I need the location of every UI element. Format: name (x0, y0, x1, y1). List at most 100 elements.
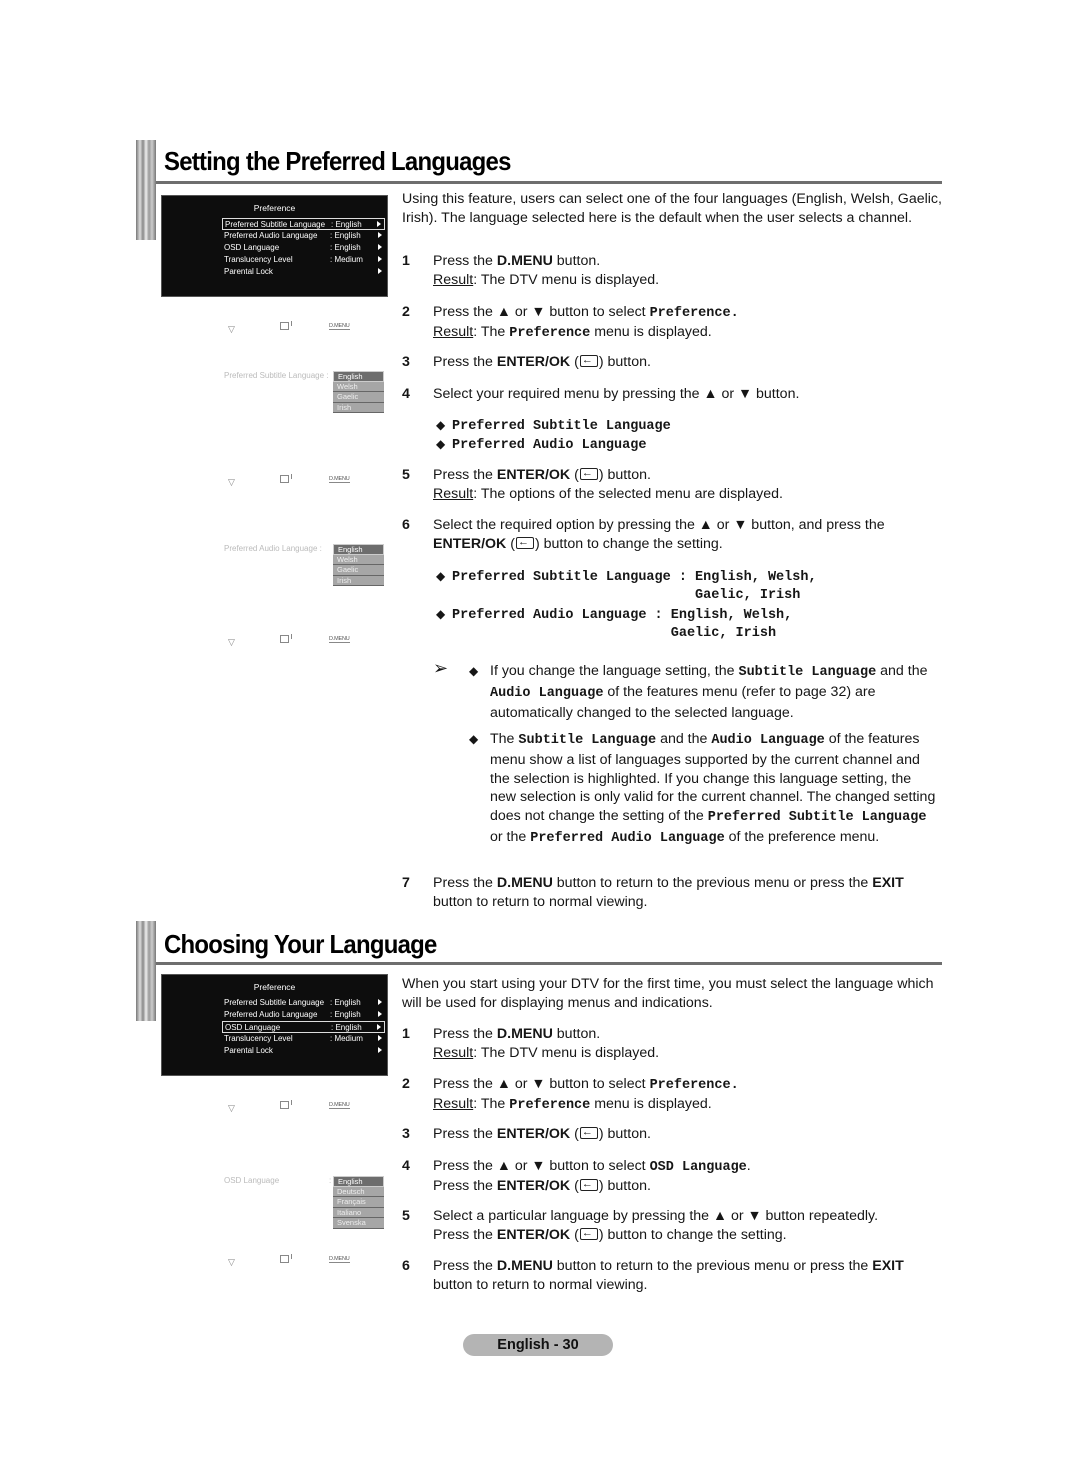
step-5: 5 Select a particular language by pressi… (402, 1207, 942, 1247)
osd-row-translucency-level[interactable]: Translucency Level : Medium (222, 254, 385, 266)
enter-icon (579, 1224, 598, 1243)
result-label: Result (433, 1045, 474, 1061)
osd-language-options: English Deutsch Français Italiano Svensk… (333, 1176, 384, 1229)
option-welsh[interactable]: Welsh (333, 381, 384, 392)
enter-ok-button-ref: ENTER/OK (496, 467, 571, 483)
page-number-badge: English - 30 (463, 1334, 613, 1356)
note-term: Audio Language (490, 685, 604, 701)
step-text: ) button to change the setting. (534, 536, 723, 552)
step-2: 2 Press the ▲ or ▼ button to select Pref… (402, 1075, 942, 1115)
osd-row-label: Preferred Subtitle Language (224, 998, 325, 1007)
note-term: Subtitle Language (738, 665, 877, 680)
osd-row-parental-lock[interactable]: Parental Lock (222, 1045, 385, 1057)
option-francais[interactable]: Français (333, 1197, 384, 1208)
osd-row-osd-language[interactable]: OSD Language : English (222, 242, 385, 254)
diamond-bullet-icon: ◆ (436, 418, 446, 432)
osd-menu-title: Preference (253, 203, 296, 213)
enter-ok-button-ref: ENTER/OK (496, 1178, 571, 1194)
option-irish[interactable]: Irish (333, 575, 384, 586)
popup-label-subtitle: Preferred Subtitle Language : (224, 371, 329, 380)
dmenu-button-ref: D.MENU (496, 1258, 553, 1274)
dmenu-icon: D.MENU (329, 323, 350, 330)
enter-icon (579, 464, 598, 483)
note-text: or the (490, 828, 531, 845)
arrow-right-icon (378, 1047, 382, 1053)
result-text: : The (473, 1096, 510, 1112)
step-text: ) button. (598, 354, 651, 370)
result-text: : The (473, 324, 510, 340)
step-text: Select your required menu by pressing th… (433, 386, 800, 402)
dmenu-button-ref: D.MENU (496, 253, 553, 269)
diamond-bullet-icon: ◆ (436, 569, 446, 583)
step-4: 4 Select your required menu by pressing … (402, 385, 942, 405)
dmenu-icon: D.MENU (329, 1102, 350, 1109)
dmenu-icon: D.MENU (329, 1256, 350, 1263)
enter-ok-button-ref: ENTER/OK (496, 354, 571, 370)
osd-row-parental-lock[interactable]: Parental Lock (222, 266, 385, 278)
bullet-continuation: Gaelic, Irish (436, 586, 800, 605)
arrow-right-icon (378, 268, 382, 274)
step-text: ( (570, 1227, 579, 1243)
option-english[interactable]: English (333, 1176, 384, 1187)
popup-colon: : (329, 1176, 332, 1185)
arrow-right-icon (378, 232, 382, 238)
result-label: Result (433, 272, 474, 288)
arrow-right-icon (378, 1011, 382, 1017)
option-svenska[interactable]: Svenska (333, 1218, 384, 1229)
result-label: Result (433, 324, 474, 340)
section-title: Setting the Preferred Languages (164, 146, 511, 176)
enter-icon (280, 1100, 292, 1109)
step-3: 3 Press the ENTER/OK () button. (402, 351, 942, 373)
step-text: ( (570, 1126, 579, 1142)
osd-row-preferred-audio-language[interactable]: Preferred Audio Language : English (222, 230, 385, 242)
dmenu-icon: D.MENU (329, 636, 350, 643)
option-english[interactable]: English (333, 544, 384, 555)
osd-row-label: Preferred Audio Language (224, 231, 318, 240)
step-6: 6 Press the D.MENU button to return to t… (402, 1257, 942, 1297)
dmenu-button-ref: D.MENU (496, 1026, 553, 1042)
osd-row-osd-language[interactable]: OSD Language : English (222, 1021, 385, 1033)
move-down-icon: ▽ (228, 324, 235, 334)
step-4: 4 Press the ▲ or ▼ button to select OSD … (402, 1157, 942, 1197)
option-english[interactable]: English (333, 371, 384, 382)
option-gaelic[interactable]: Gaelic (333, 392, 384, 403)
osd-row-preferred-subtitle-language[interactable]: Preferred Subtitle Language : English (222, 997, 385, 1009)
option-deutsch[interactable]: Deutsch (333, 1186, 384, 1197)
osd-row-value: : Medium (330, 255, 363, 264)
result-text: : The options of the selected menu are d… (473, 486, 783, 502)
osd-row-preferred-subtitle-language[interactable]: Preferred Subtitle Language : English (222, 218, 385, 230)
step-6: 6 Select the required option by pressing… (402, 516, 942, 556)
step-text: Press the (433, 354, 497, 370)
preference-ref: Preference (509, 326, 591, 341)
note-block: ➢ ◆ If you change the language setting, … (433, 658, 938, 862)
note-text: The (490, 731, 519, 747)
bullet-text: Preferred Audio Language : English, Wels… (452, 608, 793, 623)
intro-paragraph: When you start using your DTV for the fi… (402, 976, 934, 1011)
intro-paragraph: Using this feature, users can select one… (402, 191, 942, 226)
step-text: Press the (433, 467, 497, 483)
enter-ok-button-ref: ENTER/OK (433, 536, 507, 552)
result-text: menu is displayed. (590, 1096, 712, 1112)
option-italiano[interactable]: Italiano (333, 1207, 384, 1218)
enter-ok-button-ref: ENTER/OK (496, 1227, 571, 1243)
step-text: Select the required option by pressing t… (433, 517, 885, 533)
note-arrow-icon: ➢ (433, 658, 449, 679)
option-gaelic[interactable]: Gaelic (333, 565, 384, 576)
osd-row-preferred-audio-language[interactable]: Preferred Audio Language : English (222, 1009, 385, 1021)
step-text: Press the (433, 875, 497, 891)
popup-label-osd: OSD Language (224, 1176, 280, 1185)
option-irish[interactable]: Irish (333, 402, 384, 413)
osd-row-translucency-level[interactable]: Translucency Level : Medium (222, 1033, 385, 1045)
preference-ref: Preference. (649, 1078, 739, 1093)
note-text: of the preference menu. (724, 828, 880, 845)
osd-row-value: : English (331, 220, 362, 229)
step-text: ) button. (598, 1126, 651, 1142)
preference-ref: Preference. (649, 306, 739, 321)
result-text: menu is displayed. (590, 324, 712, 340)
note-text: If you change the language setting, the (490, 663, 739, 679)
bullet-item: ◆ Preferred Audio Language : English, Wel… (436, 605, 792, 625)
enter-icon (280, 1254, 292, 1263)
result-label: Result (433, 1096, 474, 1112)
option-welsh[interactable]: Welsh (333, 554, 384, 565)
step-number: 6 (402, 1258, 410, 1274)
